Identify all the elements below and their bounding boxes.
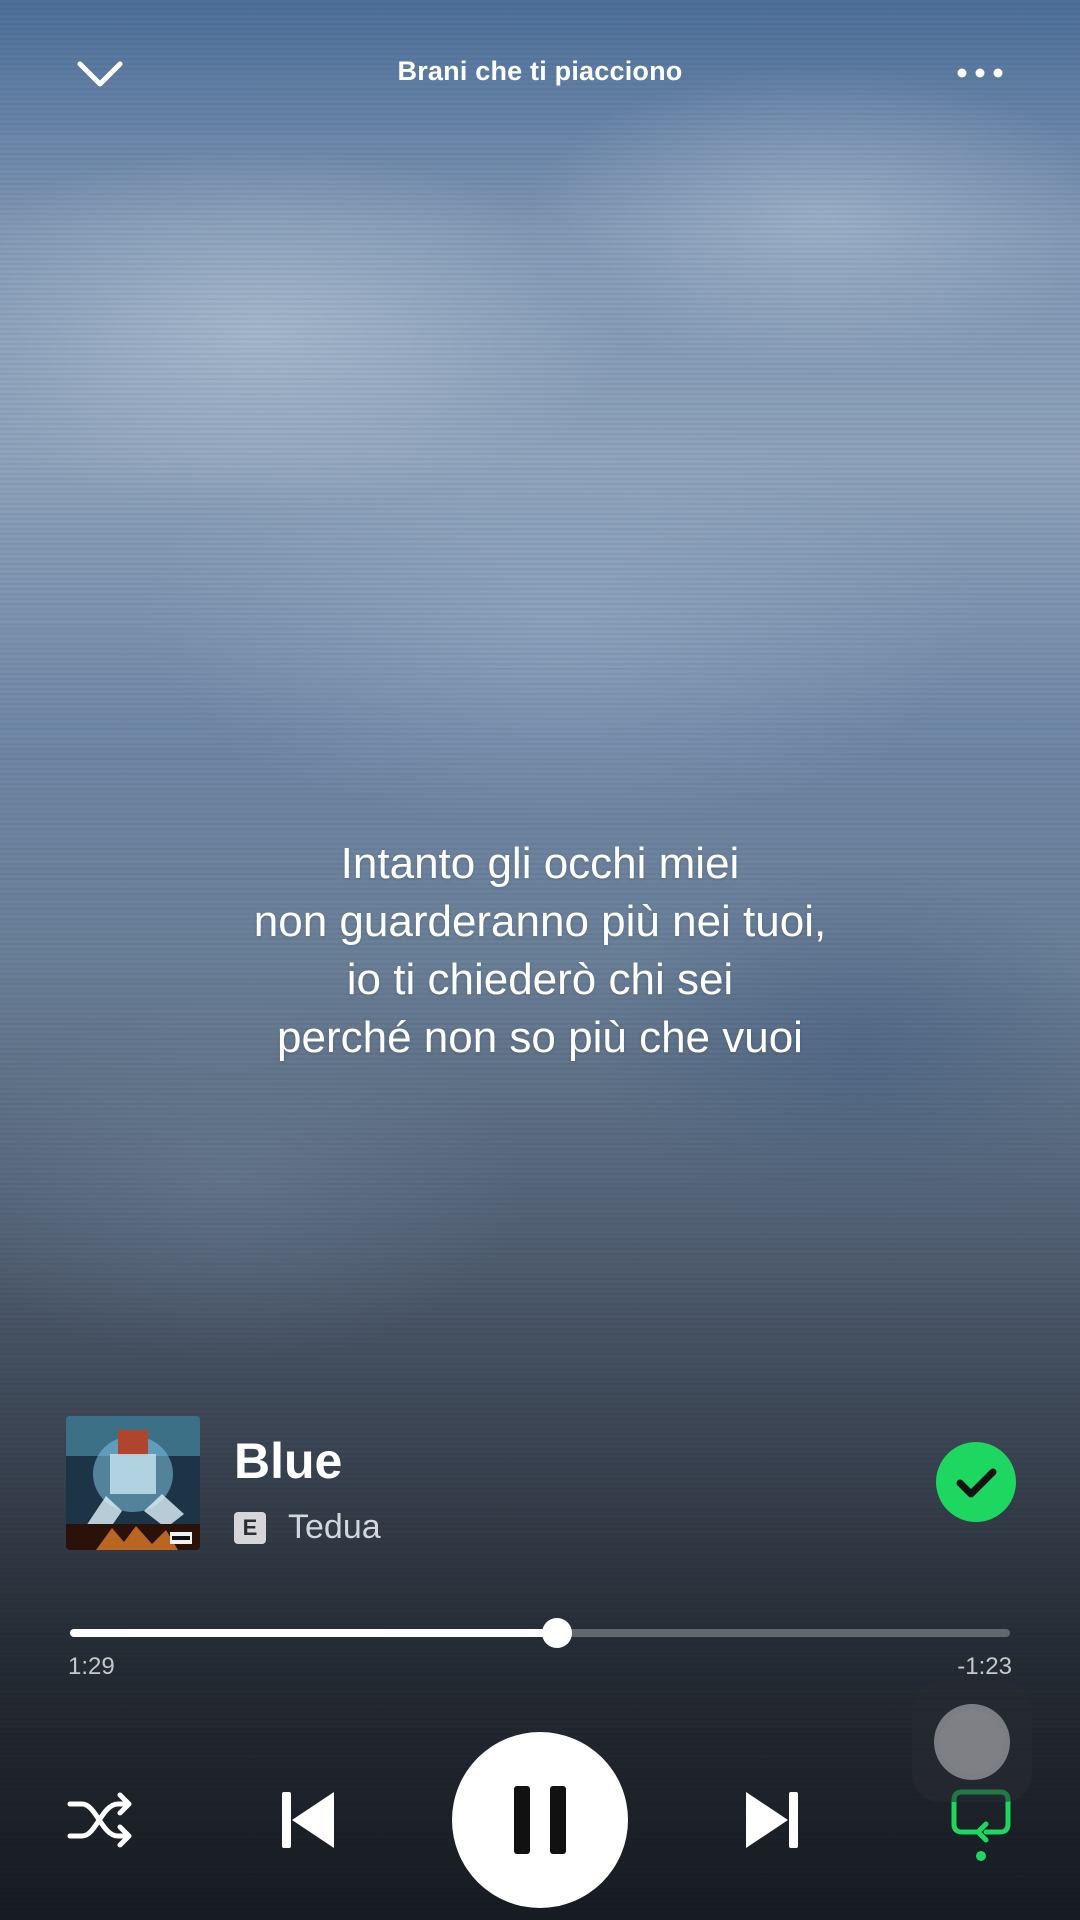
pause-icon: [514, 1786, 566, 1854]
track-title[interactable]: Blue: [234, 1432, 342, 1490]
repeat-active-dot: [976, 1851, 986, 1861]
lyric-line: io ti chiederò chi sei: [346, 955, 734, 1004]
elapsed-time: 1:29: [68, 1653, 115, 1680]
explicit-badge: E: [234, 1512, 266, 1544]
artist-name[interactable]: Tedua: [288, 1508, 381, 1547]
now-playing-screen: Brani che ti piacciono Intanto gli occhi…: [0, 0, 1080, 1920]
album-art[interactable]: [66, 1416, 200, 1550]
progress-scrubber[interactable]: [541, 1618, 572, 1648]
top-bar: Brani che ti piacciono: [0, 40, 1080, 110]
track-info: Blue E Tedua: [66, 1414, 1016, 1550]
check-icon: [956, 1468, 997, 1498]
liked-button[interactable]: [936, 1442, 1016, 1522]
lyric-line: non guarderanno più nei tuoi,: [253, 897, 827, 946]
more-horizontal-icon: [957, 68, 1003, 78]
more-options-button[interactable]: [950, 58, 1010, 88]
pause-button[interactable]: [452, 1732, 628, 1908]
lyric-line: Intanto gli occhi miei: [340, 839, 740, 888]
lyric-line: perché non so più che vuoi: [277, 1013, 803, 1062]
assistive-touch-button[interactable]: [912, 1682, 1032, 1802]
progress-bar[interactable]: [70, 1617, 1010, 1648]
collapse-button[interactable]: [70, 54, 130, 94]
progress-fill: [70, 1629, 557, 1637]
assistive-touch-icon: [934, 1704, 1010, 1780]
skip-previous-icon: [282, 1792, 334, 1848]
album-cover-image: [66, 1416, 200, 1550]
remaining-time: -1:23: [957, 1653, 1012, 1680]
playlist-title: Brani che ti piacciono: [397, 56, 683, 86]
shuffle-icon: [67, 1792, 132, 1848]
skip-next-icon: [746, 1792, 798, 1848]
lyrics-panel[interactable]: Intanto gli occhi miei non guarderanno p…: [0, 835, 1080, 1067]
chevron-down-icon: [77, 61, 123, 87]
previous-button[interactable]: [278, 1788, 338, 1852]
shuffle-button[interactable]: [66, 1790, 136, 1850]
next-button[interactable]: [742, 1788, 802, 1852]
